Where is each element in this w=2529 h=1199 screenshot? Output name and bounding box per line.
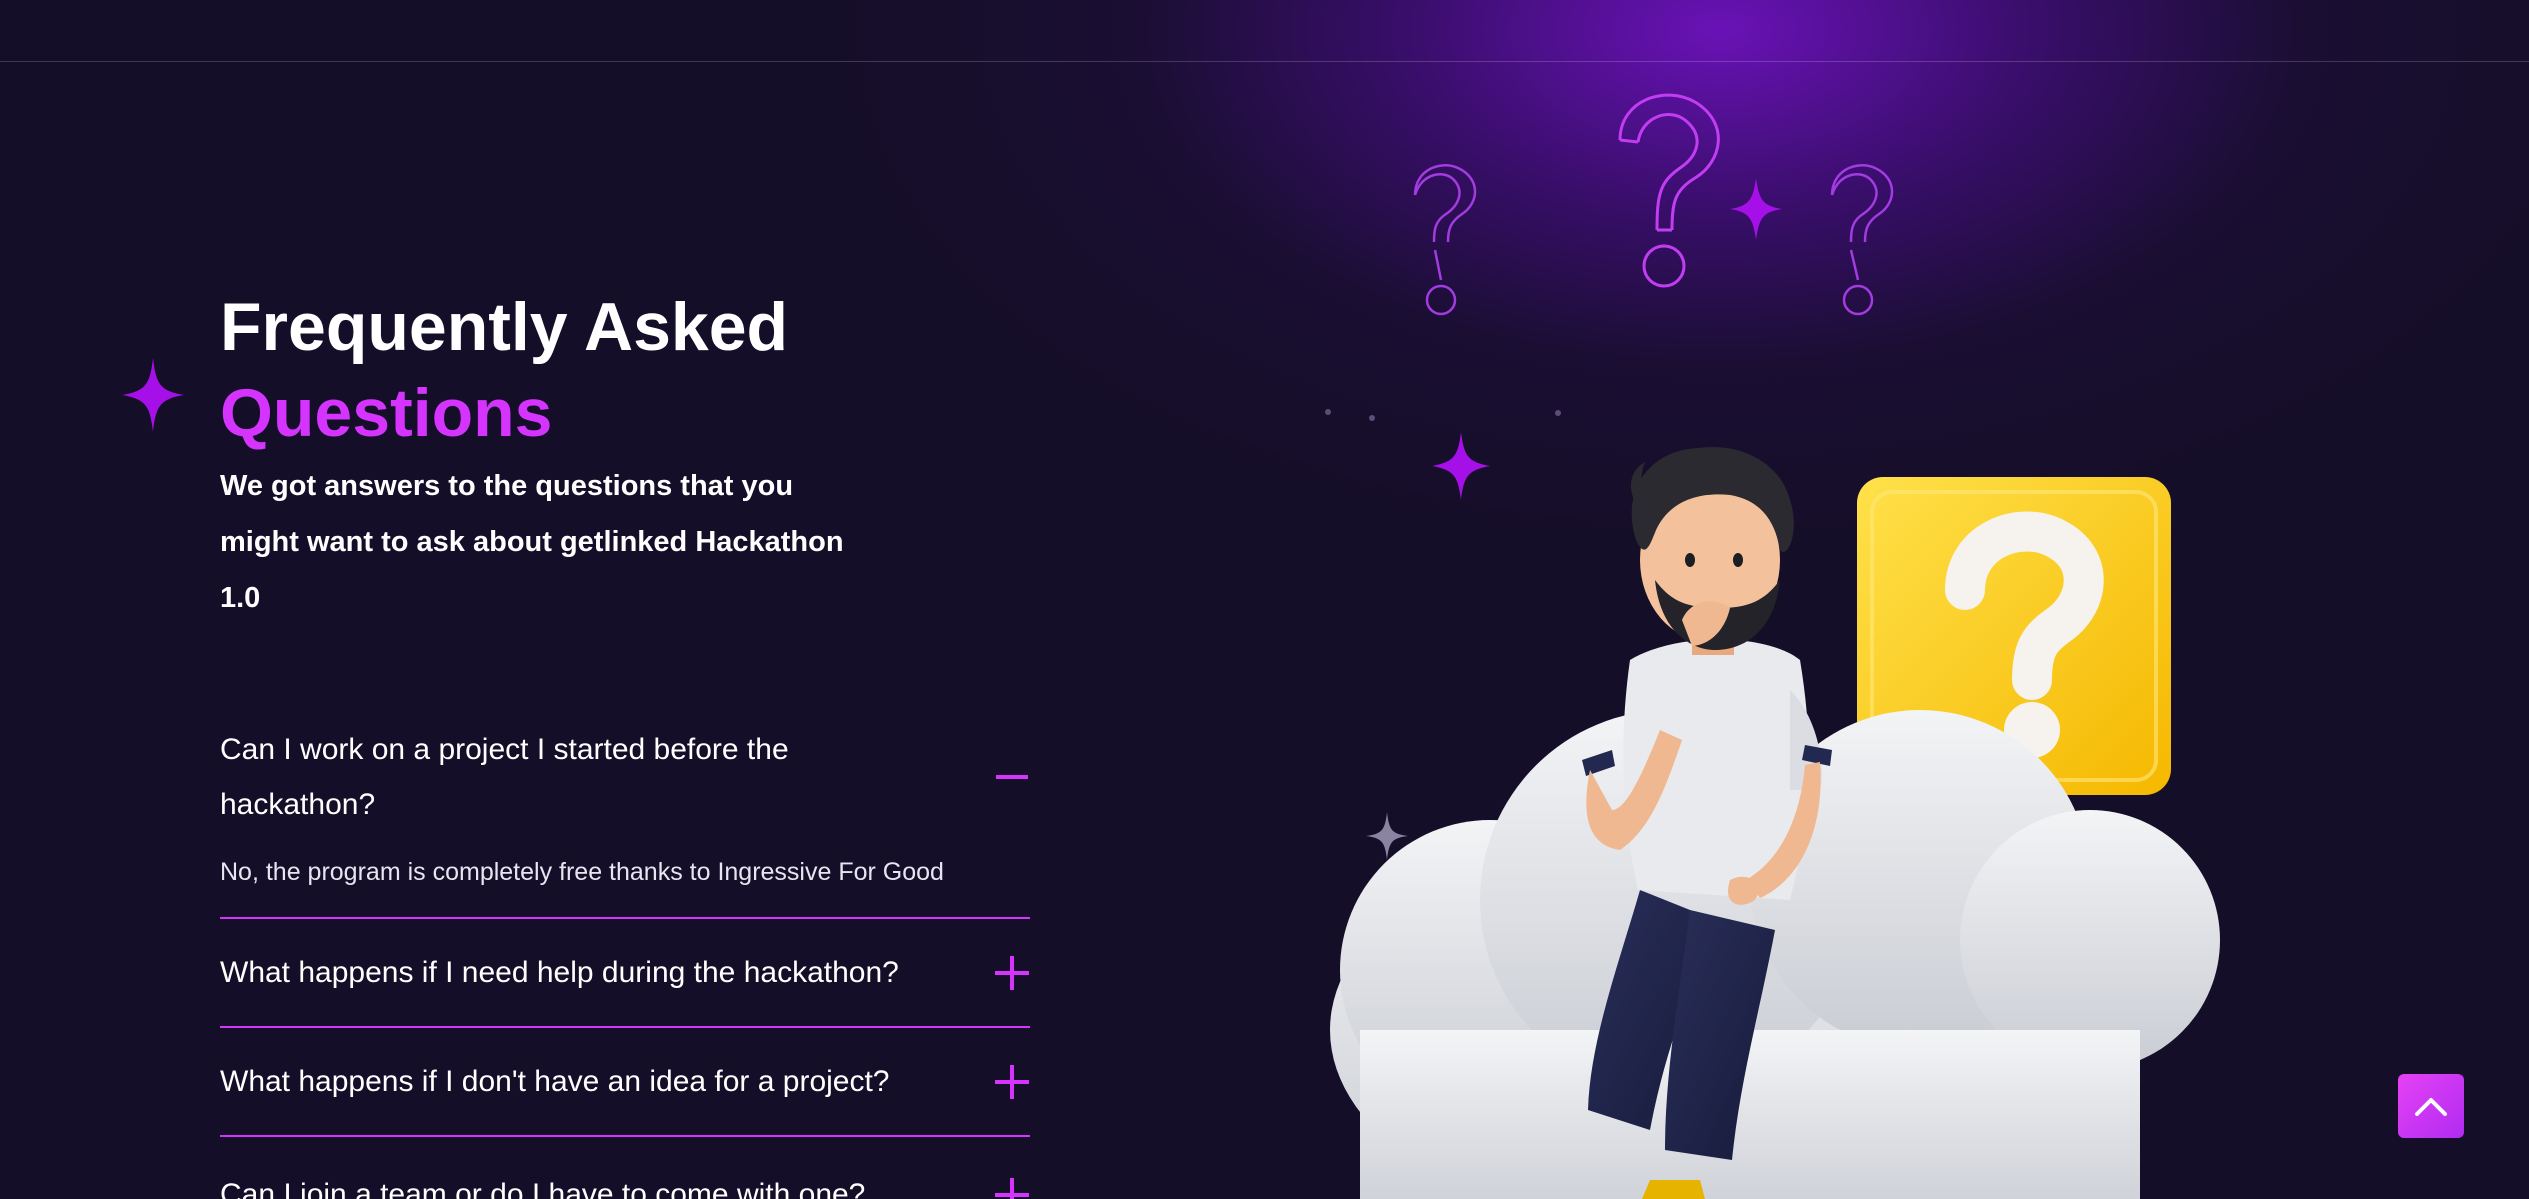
thinking-man-illustration — [1325, 93, 2220, 1199]
question-mark-outline-icon — [1618, 93, 1720, 288]
scroll-to-top-button[interactable] — [2398, 1074, 2464, 1138]
faq-section: Frequently Asked Questions We got answer… — [0, 0, 2529, 1199]
page-title-line1: Frequently Asked — [220, 289, 789, 365]
faq-question-toggle[interactable]: What happens if I don't have an idea for… — [220, 1028, 1030, 1135]
faq-item: What happens if I don't have an idea for… — [220, 1028, 1030, 1137]
sparkle-star-icon — [122, 358, 184, 432]
faq-question: Can I join a team or do I have to come w… — [220, 1178, 866, 1199]
faq-question-toggle[interactable]: Can I work on a project I started before… — [220, 720, 1030, 832]
faq-question-toggle[interactable]: Can I join a team or do I have to come w… — [220, 1137, 1030, 1199]
faq-item: Can I join a team or do I have to come w… — [220, 1137, 1030, 1199]
sparkle-star-icon — [1432, 432, 1490, 500]
plus-icon[interactable] — [992, 953, 1032, 993]
faq-item: What happens if I need help during the h… — [220, 919, 1030, 1028]
faq-list: Can I work on a project I started before… — [220, 720, 1030, 1199]
faq-question: What happens if I need help during the h… — [220, 956, 899, 989]
faq-answer: No, the program is completely free thank… — [220, 858, 944, 886]
minus-icon[interactable] — [992, 757, 1032, 797]
chevron-up-icon — [2415, 1098, 2447, 1116]
plus-icon[interactable] — [992, 1062, 1032, 1102]
faq-question: What happens if I don't have an idea for… — [220, 1065, 890, 1098]
sparkle-star-icon — [1730, 178, 1782, 240]
header-divider — [0, 61, 2529, 62]
question-mark-outline-icon — [1830, 164, 1894, 316]
faq-question-toggle[interactable]: What happens if I need help during the h… — [220, 919, 1030, 1026]
page-subtitle: We got answers to the questions that you… — [220, 470, 844, 614]
plus-icon[interactable] — [992, 1175, 1032, 1199]
faq-question: Can I work on a project I started before… — [220, 733, 789, 821]
faq-item: Can I work on a project I started before… — [220, 720, 1030, 919]
page-title-line2: Questions — [220, 375, 553, 451]
question-mark-outline-icon — [1413, 164, 1477, 316]
